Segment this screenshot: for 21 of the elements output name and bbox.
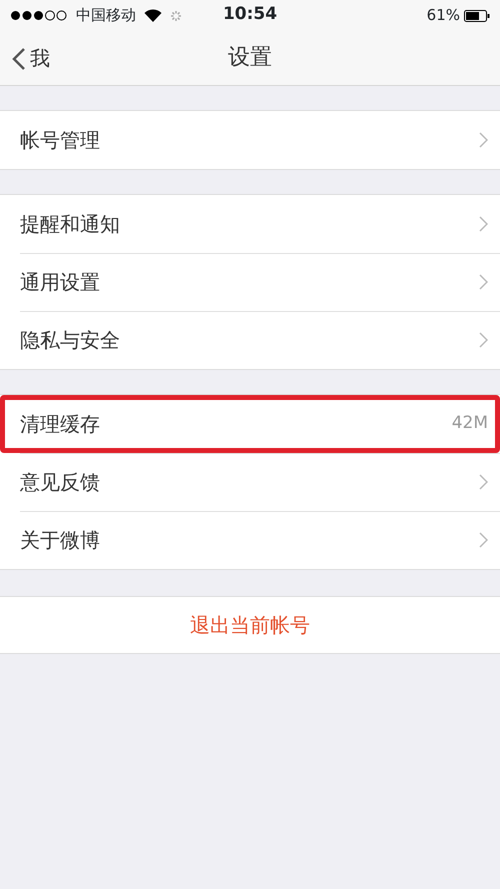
row-label: 隐私与安全 xyxy=(20,327,121,354)
page-title: 设置 xyxy=(228,44,272,72)
row-label: 提醒和通知 xyxy=(20,211,121,238)
battery-percent: 61% xyxy=(426,4,460,26)
chevron-icon xyxy=(479,132,488,148)
back-button[interactable]: 我 xyxy=(12,30,50,85)
row-value: 42M xyxy=(452,412,488,436)
chevron-icon xyxy=(479,274,488,290)
status-time: 10:54 xyxy=(222,3,278,26)
chevron-icon xyxy=(479,532,488,548)
row-label: 关于微博 xyxy=(20,527,101,554)
row-label: 通用设置 xyxy=(20,269,101,296)
carrier-name: 中国移动 xyxy=(76,4,136,26)
row-label: 帐号管理 xyxy=(20,127,101,154)
logout-button[interactable]: 退出当前帐号 xyxy=(0,596,500,654)
chevron-icon xyxy=(479,216,488,232)
row-label: 意见反馈 xyxy=(20,469,101,496)
row-label: 清理缓存 xyxy=(20,411,101,438)
chevron-icon xyxy=(479,332,488,348)
settings-row[interactable]: 清理缓存 42M xyxy=(0,395,500,453)
chevron-icon xyxy=(479,474,488,490)
